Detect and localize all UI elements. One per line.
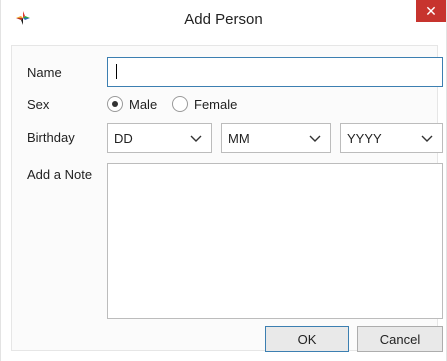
name-input[interactable] [107,57,443,87]
chevron-down-icon [190,135,202,142]
radio-female-label: Female [194,96,238,112]
name-label: Name [27,65,62,80]
ok-button[interactable]: OK [265,326,349,352]
radio-male-label: Male [129,96,158,112]
cancel-button[interactable]: Cancel [357,326,443,352]
month-select-value: MM [228,130,250,146]
title-bar[interactable]: Add Person ✕ [1,0,446,40]
close-icon: ✕ [425,2,437,19]
dialog-title: Add Person [184,11,263,28]
birthday-label: Birthday [27,130,75,145]
sex-label: Sex [27,97,50,112]
chevron-down-icon [309,135,321,142]
birthday-year-select[interactable]: YYYY [340,123,443,153]
year-select-value: YYYY [347,130,382,146]
add-person-dialog: Add Person ✕ Name Sex Male Female Birthd… [0,0,447,361]
birthday-month-select[interactable]: MM [221,123,331,153]
radio-selected-icon [107,96,123,112]
radio-unselected-icon [172,96,188,112]
chevron-down-icon [421,135,433,142]
form-panel: Name Sex Male Female Birthday DD MM YYYY… [11,45,443,352]
note-label: Add a Note [27,167,93,182]
birthday-day-select[interactable]: DD [107,123,212,153]
close-button[interactable]: ✕ [416,0,446,22]
radio-female[interactable]: Female [172,96,237,112]
radio-male[interactable]: Male [107,96,157,112]
note-textarea[interactable] [107,163,443,319]
day-select-value: DD [114,130,133,146]
text-caret [116,64,117,79]
